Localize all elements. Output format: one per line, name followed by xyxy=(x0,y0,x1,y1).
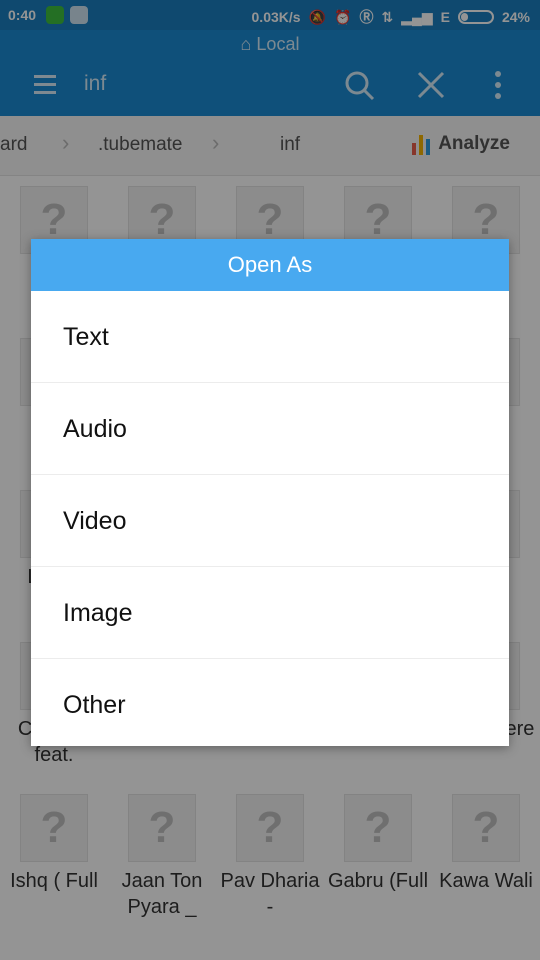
dialog-title: Open As xyxy=(31,239,509,291)
option-video[interactable]: Video xyxy=(31,475,509,567)
open-as-dialog: Open As Text Audio Video Image Other xyxy=(31,239,509,746)
option-text[interactable]: Text xyxy=(31,291,509,383)
option-audio[interactable]: Audio xyxy=(31,383,509,475)
option-image[interactable]: Image xyxy=(31,567,509,659)
option-other[interactable]: Other xyxy=(31,659,509,751)
